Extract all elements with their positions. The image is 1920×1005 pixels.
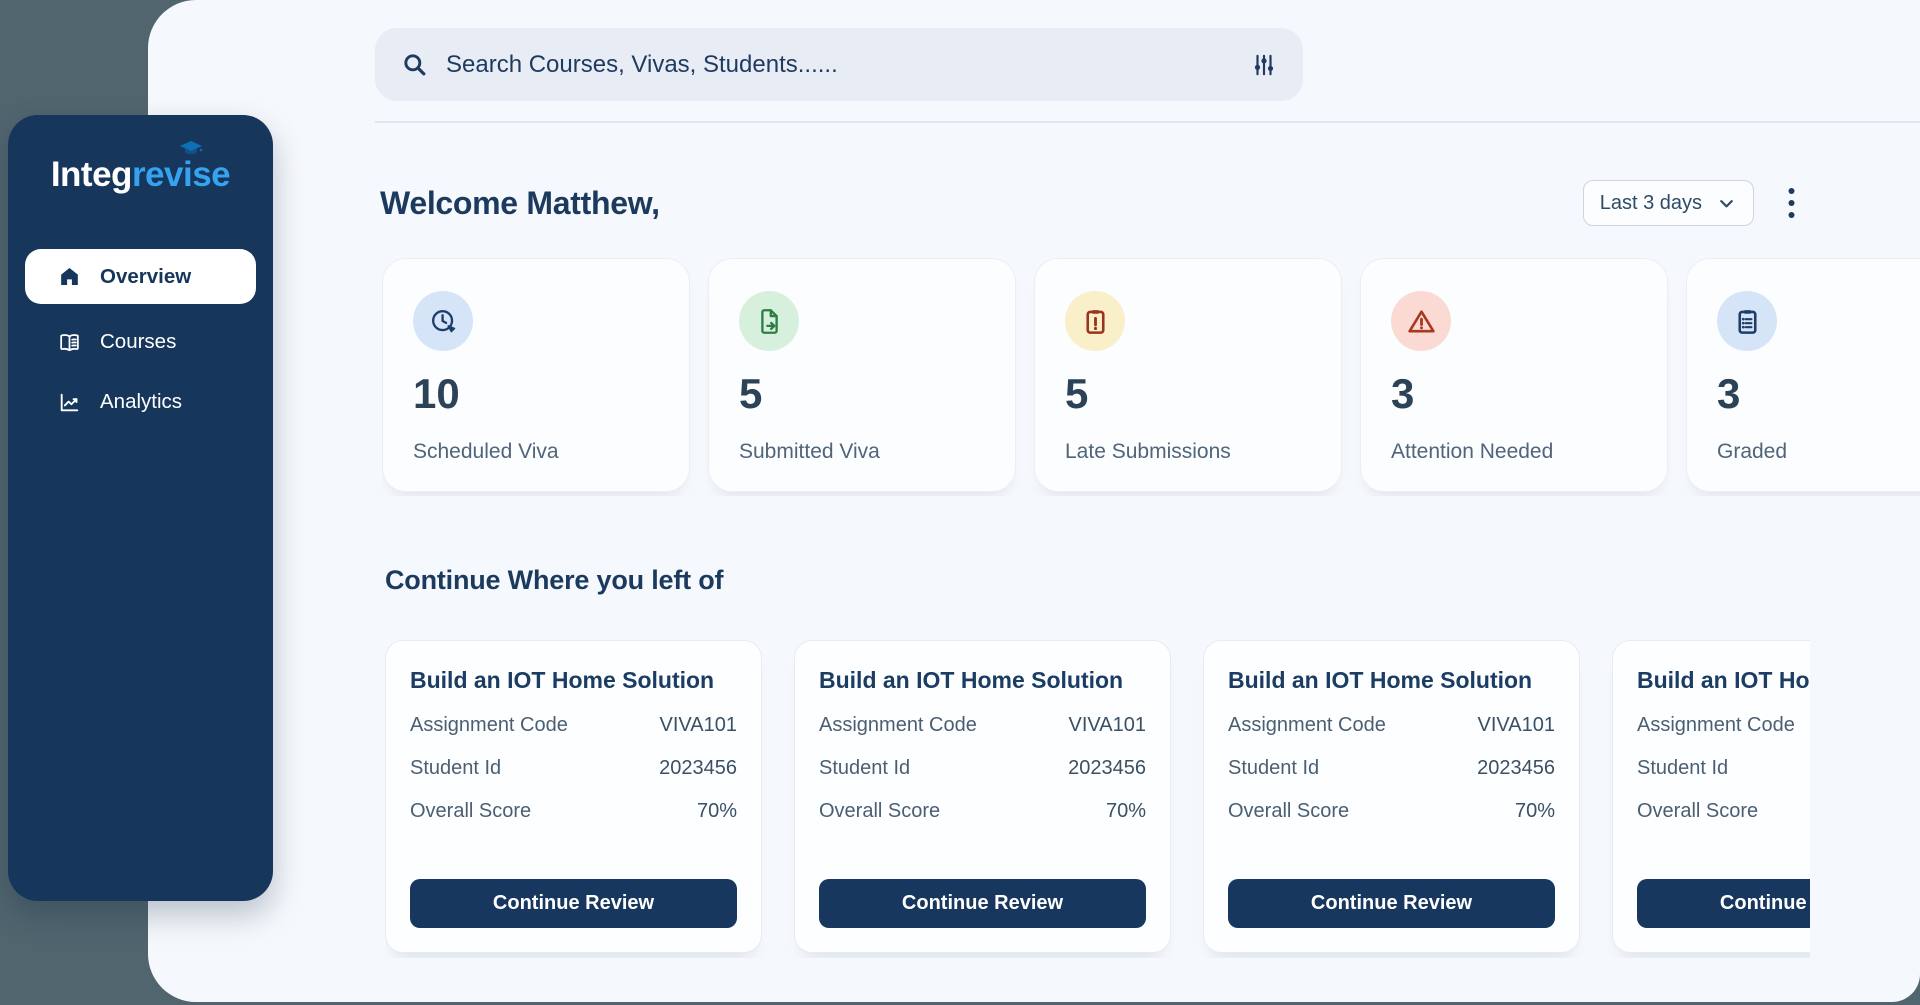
stat-card[interactable]: 5 Submitted Viva: [708, 258, 1016, 492]
search-bar: [375, 28, 1303, 101]
course-detail-row: Student Id 2023456: [819, 757, 1146, 780]
courses-row: Build an IOT Home Solution Assignment Cod…: [385, 640, 1810, 958]
course-detail-label: Assignment Code: [410, 714, 568, 737]
main-panel: Welcome Matthew, Last 3 days 10 Scheduled…: [148, 0, 1920, 1002]
course-detail-value: VIVA101: [1478, 714, 1555, 737]
course-detail-label: Overall Score: [819, 800, 940, 823]
course-detail-value: VIVA101: [660, 714, 737, 737]
course-title: Build an IOT Home Solution: [410, 667, 737, 694]
continue-review-button[interactable]: Continue Review: [410, 879, 737, 928]
course-title: Build an IOT Home Solution: [1637, 667, 1810, 694]
stat-card[interactable]: 3 Graded: [1686, 258, 1920, 492]
course-detail-row: Overall Score70%: [1637, 800, 1810, 823]
date-range-dropdown[interactable]: Last 3 days: [1583, 180, 1754, 226]
course-detail-value: 2023456: [1477, 757, 1555, 780]
stat-label: Scheduled Viva: [413, 440, 659, 464]
course-detail-value: 70%: [1106, 800, 1146, 823]
sidebar-item-overview[interactable]: Overview: [25, 249, 256, 304]
course-detail-label: Student Id: [1637, 757, 1728, 780]
course-detail-row: Overall Score 70%: [819, 800, 1146, 823]
stat-value: 5: [739, 373, 985, 415]
search-icon: [401, 51, 428, 78]
date-range-value: Last 3 days: [1600, 192, 1702, 215]
sidebar-nav: Overview Courses Analytics: [8, 249, 273, 424]
analytics-icon: [57, 390, 82, 415]
home-icon: [57, 264, 82, 289]
course-detail-row: Assignment CodeVIVA101: [1637, 714, 1810, 737]
page-title: Welcome Matthew,: [380, 185, 660, 222]
chevron-down-icon: [1716, 193, 1737, 214]
course-title: Build an IOT Home Solution: [819, 667, 1146, 694]
course-card: Build an IOT Home Solution Assignment Cod…: [385, 640, 762, 953]
course-detail-label: Assignment Code: [1228, 714, 1386, 737]
course-detail-row: Assignment Code VIVA101: [410, 714, 737, 737]
stat-label: Graded: [1717, 440, 1920, 464]
sidebar-item-courses[interactable]: Courses: [25, 320, 256, 364]
stat-value: 10: [413, 373, 659, 415]
continue-section-title: Continue Where you left of: [385, 565, 723, 596]
course-card: Build an IOT Home Solution Assignment Cod…: [794, 640, 1171, 953]
course-detail-value: 2023456: [1068, 757, 1146, 780]
course-detail-label: Student Id: [819, 757, 910, 780]
course-detail-row: Student Id2023456: [1637, 757, 1810, 780]
stat-label: Submitted Viva: [739, 440, 985, 464]
course-detail-row: Assignment Code VIVA101: [1228, 714, 1555, 737]
stat-card[interactable]: 3 Attention Needed: [1360, 258, 1668, 492]
document-submit-icon: [739, 291, 799, 351]
book-icon: [57, 330, 82, 355]
stat-card[interactable]: 5 Late Submissions: [1034, 258, 1342, 492]
stats-row: 10 Scheduled Viva 5 Submitted Viva 5 Late Sub…: [382, 258, 1920, 496]
course-detail-row: Student Id 2023456: [1228, 757, 1555, 780]
course-detail-value: VIVA101: [1069, 714, 1146, 737]
course-card: Build an IOT Home Solution Assignment Cod…: [1203, 640, 1580, 953]
warning-triangle-icon: [1391, 291, 1451, 351]
course-detail-label: Overall Score: [1637, 800, 1758, 823]
welcome-row: Welcome Matthew, Last 3 days: [380, 178, 1802, 228]
continue-review-button[interactable]: Continue Review: [819, 879, 1146, 928]
sidebar-item-label: Courses: [100, 330, 176, 354]
header-divider: [375, 121, 1920, 123]
course-detail-label: Assignment Code: [819, 714, 977, 737]
continue-review-button[interactable]: Continue Review: [1228, 879, 1555, 928]
course-card: Build an IOT Home Solution Assignment Cod…: [1612, 640, 1810, 953]
app-logo: Integrevise: [51, 155, 230, 195]
stat-value: 3: [1391, 373, 1637, 415]
course-detail-label: Student Id: [1228, 757, 1319, 780]
filter-sliders-icon[interactable]: [1251, 52, 1277, 78]
stat-label: Attention Needed: [1391, 440, 1637, 464]
course-detail-label: Assignment Code: [1637, 714, 1795, 737]
logo-text-primary: Integ: [51, 155, 132, 194]
logo-text-accent: revise: [132, 155, 230, 194]
stat-label: Late Submissions: [1065, 440, 1311, 464]
course-title: Build an IOT Home Solution: [1228, 667, 1555, 694]
course-detail-label: Overall Score: [410, 800, 531, 823]
stat-value: 3: [1717, 373, 1920, 415]
stat-value: 5: [1065, 373, 1311, 415]
search-input[interactable]: [446, 51, 1233, 79]
course-detail-row: Assignment Code VIVA101: [819, 714, 1146, 737]
course-detail-value: 70%: [697, 800, 737, 823]
course-detail-row: Overall Score 70%: [1228, 800, 1555, 823]
sidebar: Integrevise Overview Courses: [8, 115, 273, 901]
clipboard-list-icon: [1717, 291, 1777, 351]
course-detail-value: 70%: [1515, 800, 1555, 823]
kebab-menu-icon[interactable]: [1780, 186, 1802, 220]
course-detail-label: Overall Score: [1228, 800, 1349, 823]
stat-card[interactable]: 10 Scheduled Viva: [382, 258, 690, 492]
clipboard-alert-icon: [1065, 291, 1125, 351]
sidebar-item-analytics[interactable]: Analytics: [25, 380, 256, 424]
course-detail-row: Student Id 2023456: [410, 757, 737, 780]
sidebar-item-label: Overview: [100, 265, 191, 289]
course-detail-label: Student Id: [410, 757, 501, 780]
clock-schedule-icon: [413, 291, 473, 351]
continue-review-button[interactable]: Continue Review: [1637, 879, 1810, 928]
course-detail-value: 2023456: [659, 757, 737, 780]
sidebar-item-label: Analytics: [100, 390, 182, 414]
graduation-cap-icon: [179, 141, 203, 157]
course-detail-row: Overall Score 70%: [410, 800, 737, 823]
